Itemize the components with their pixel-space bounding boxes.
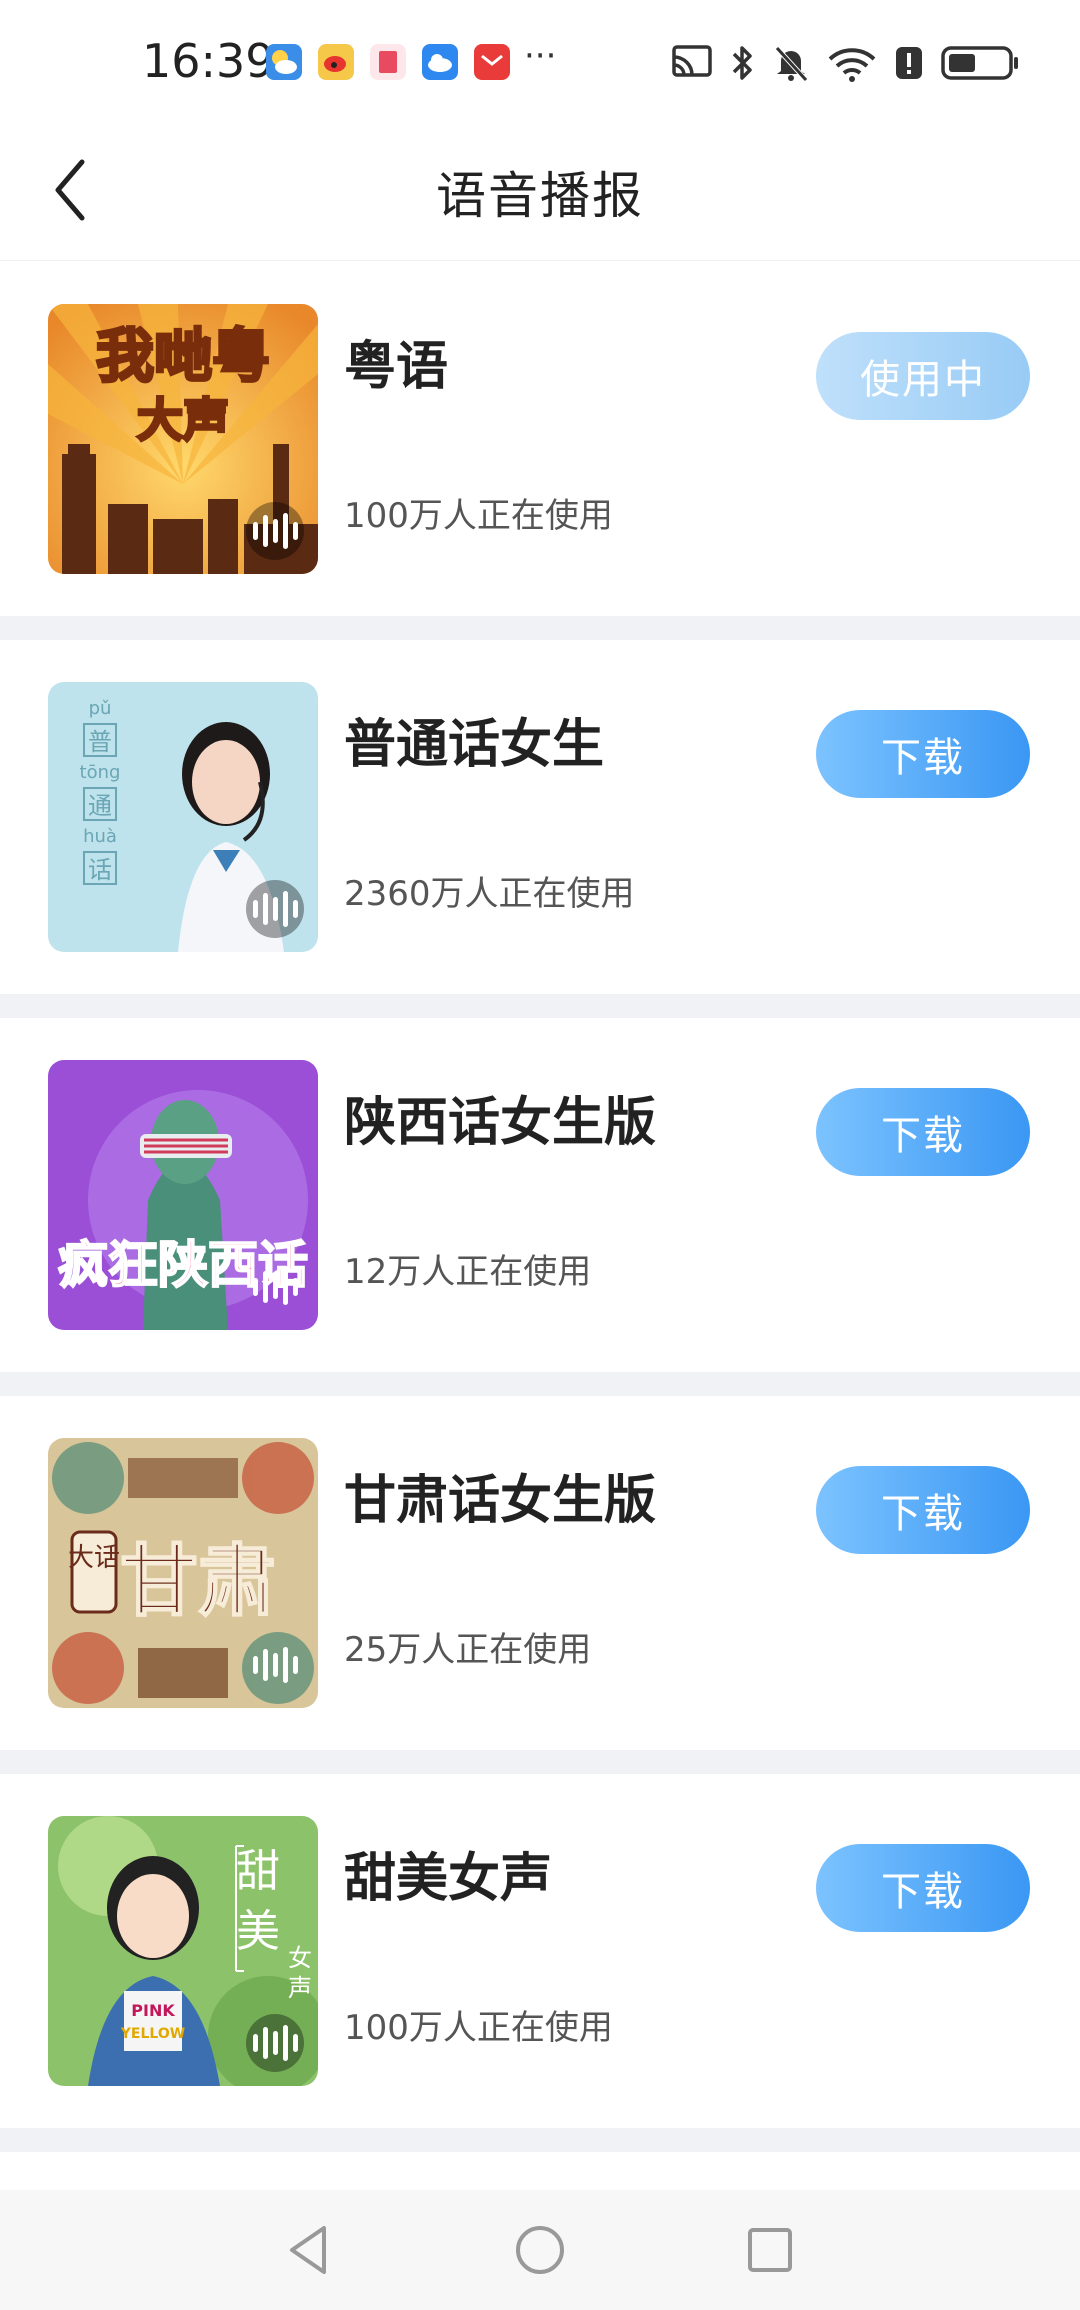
status-time: 16:39 — [142, 34, 275, 88]
voice-item-gansu-female[interactable]: 大话 甘肃 甘肃话女生版 25万人正在使用 下载 — [0, 1396, 1080, 1750]
list-separator — [0, 1372, 1080, 1396]
voice-thumbnail-cantonese: 我哋粤 大声 — [48, 304, 318, 574]
voice-list: 我哋粤 大声 粤语 100万人正在使用 使用中 pǔ 普 tōng 通 huà — [0, 262, 1080, 2152]
thumb-caption: 普 — [88, 728, 112, 756]
voice-item-cantonese[interactable]: 我哋粤 大声 粤语 100万人正在使用 使用中 — [0, 262, 1080, 616]
voice-name: 普通话女生 — [344, 715, 605, 775]
thumb-caption: 女 — [288, 1944, 312, 1972]
list-separator — [0, 616, 1080, 640]
status-bar: 16:39 ··· — [0, 0, 1080, 120]
thumb-caption: 大话 — [68, 1543, 120, 1573]
voice-users: 12万人正在使用 — [344, 1252, 592, 1292]
list-separator — [0, 994, 1080, 1018]
thumb-caption: 话 — [88, 856, 112, 884]
weather-icon — [266, 44, 302, 80]
voice-thumbnail-mandarin: pǔ 普 tōng 通 huà 话 — [48, 682, 318, 952]
voice-name: 甜美女声 — [344, 1849, 553, 1909]
download-button[interactable]: 下载 — [816, 710, 1030, 798]
more-notifications: ··· — [524, 36, 557, 76]
thumb-caption: 声 — [288, 1974, 312, 2002]
voice-item-shaanxi-female[interactable]: 疯狂陕西话 陕西话女生版 12万人正在使用 下载 — [0, 1018, 1080, 1372]
book-icon — [370, 44, 406, 80]
mute-icon — [775, 46, 808, 82]
system-nav-bar — [0, 2190, 1080, 2310]
thumb-caption: huà — [83, 826, 117, 847]
app-header: 语音播报 — [0, 120, 1080, 261]
thumb-caption: pǔ — [89, 698, 112, 719]
weibo-icon — [318, 44, 354, 80]
thumb-caption: YELLOW — [120, 2026, 185, 2042]
voice-item-sweet-female[interactable]: PINK YELLOW 甜 美 女 声 甜美女声 100万人正在使用 下载 — [0, 1774, 1080, 2128]
voice-users: 25万人正在使用 — [344, 1630, 592, 1670]
audio-wave-icon[interactable] — [246, 1258, 304, 1316]
audio-wave-icon[interactable] — [246, 1636, 304, 1694]
cloud-icon — [422, 44, 458, 80]
voice-thumbnail-shaanxi: 疯狂陕西话 — [48, 1060, 318, 1330]
thumb-caption: 甜 — [236, 1846, 280, 1897]
page-title: 语音播报 — [436, 167, 644, 225]
download-button[interactable]: 下载 — [816, 1088, 1030, 1176]
bluetooth-icon — [732, 46, 752, 80]
in-use-button[interactable]: 使用中 — [816, 332, 1030, 420]
voice-users: 2360万人正在使用 — [344, 874, 635, 914]
voice-users: 100万人正在使用 — [344, 2008, 613, 2048]
thumb-caption: 大声 — [137, 393, 229, 447]
thumb-caption: 我哋粤 — [96, 322, 270, 390]
download-button[interactable]: 下载 — [816, 1466, 1030, 1554]
cast-icon — [672, 45, 712, 77]
voice-name: 粤语 — [344, 337, 449, 397]
thumb-caption: 甘肃 — [120, 1536, 276, 1627]
system-icons — [670, 40, 1020, 86]
audio-wave-icon[interactable] — [246, 880, 304, 938]
mail-icon — [474, 44, 510, 80]
recents-square-icon[interactable] — [740, 2220, 800, 2280]
thumb-caption: tōng — [80, 762, 121, 783]
back-triangle-icon[interactable] — [280, 2220, 340, 2280]
voice-thumbnail-sweet: PINK YELLOW 甜 美 女 声 — [48, 1816, 318, 2086]
alert-icon — [896, 47, 922, 79]
voice-name: 甘肃话女生版 — [344, 1471, 657, 1531]
thumb-caption: PINK — [131, 2001, 175, 2020]
voice-name: 陕西话女生版 — [344, 1093, 657, 1153]
list-separator — [0, 1750, 1080, 1774]
voice-thumbnail-gansu: 大话 甘肃 — [48, 1438, 318, 1708]
voice-users: 100万人正在使用 — [344, 496, 613, 536]
download-button[interactable]: 下载 — [816, 1844, 1030, 1932]
list-separator — [0, 2128, 1080, 2152]
audio-wave-icon[interactable] — [246, 2014, 304, 2072]
thumb-caption: 通 — [88, 792, 112, 820]
voice-item-mandarin-female[interactable]: pǔ 普 tōng 通 huà 话 普通话女生 2360万人正在使用 下载 — [0, 640, 1080, 994]
thumb-caption: 美 — [236, 1906, 280, 1957]
home-circle-icon[interactable] — [510, 2220, 570, 2280]
battery-icon — [941, 46, 1018, 80]
audio-wave-icon[interactable] — [246, 502, 304, 560]
wifi-icon — [828, 48, 876, 82]
